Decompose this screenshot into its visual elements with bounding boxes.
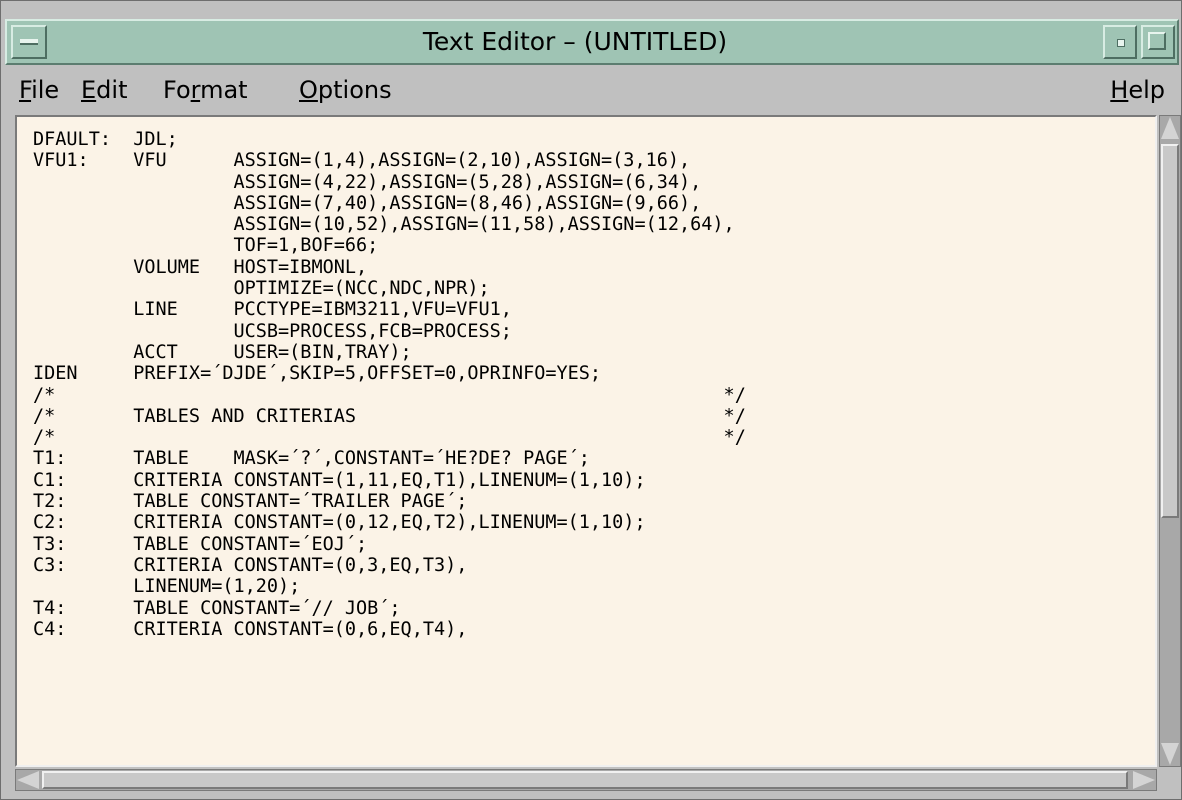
- window-menu-icon: [20, 39, 38, 45]
- horizontal-scroll-thumb[interactable]: [42, 771, 1128, 789]
- editor-line: DFAULT: JDL;: [33, 129, 178, 150]
- editor-line: LINENUM=(1,20);: [33, 576, 301, 598]
- scroll-down-arrow-icon[interactable]: [1161, 743, 1179, 765]
- scroll-right-arrow-icon[interactable]: [1133, 771, 1155, 789]
- minimize-button[interactable]: [1103, 25, 1137, 59]
- title-bar[interactable]: Text Editor – (UNTITLED): [5, 19, 1179, 65]
- menu-format-mnemonic: r: [190, 76, 201, 104]
- editor-line: C2: CRITERIA CONSTANT=(0,12,EQ,T2),LINEN…: [33, 512, 646, 534]
- horizontal-scrollbar[interactable]: [15, 769, 1157, 791]
- editor-line: C1: CRITERIA CONSTANT=(1,11,EQ,T1),LINEN…: [33, 469, 646, 491]
- menu-options[interactable]: Options: [299, 75, 392, 105]
- menu-edit[interactable]: Edit: [81, 75, 127, 105]
- menu-help[interactable]: Help: [1110, 75, 1165, 105]
- scroll-up-arrow-icon[interactable]: [1161, 117, 1179, 139]
- menu-file-label: ile: [31, 76, 60, 104]
- editor-line: /* TABLES AND CRITERIAS */: [33, 405, 746, 427]
- text-editor-window: Text Editor – (UNTITLED) File Edit Forma…: [0, 0, 1182, 800]
- menu-options-label: ptions: [317, 76, 392, 104]
- document-text[interactable]: DFAULT: JDL; VFU1: VFU ASSIGN=(1,4),ASSIG…: [17, 117, 1155, 640]
- menu-help-label: elp: [1128, 76, 1165, 104]
- editor-line: T4: TABLE CONSTANT=´// JOB´;: [33, 597, 401, 619]
- window-menu-button[interactable]: [11, 25, 47, 59]
- editor-line: T2: TABLE CONSTANT=´TRAILER PAGE´;: [33, 491, 468, 513]
- editor-line: LINE PCCTYPE=IBM3211,VFU=VFU1,: [33, 299, 512, 321]
- window-title: Text Editor – (UNTITLED): [422, 27, 728, 56]
- editor-line: T1: TABLE MASK=´?´,CONSTANT=´HE?DE? PAGE…: [33, 448, 590, 470]
- menu-edit-label: dit: [96, 76, 128, 104]
- editor-line: ASSIGN=(10,52),ASSIGN=(11,58),ASSIGN=(12…: [33, 214, 735, 236]
- editor-line: UCSB=PROCESS,FCB=PROCESS;: [33, 320, 512, 342]
- menu-options-mnemonic: O: [299, 76, 318, 104]
- menu-file-mnemonic: F: [19, 76, 32, 104]
- text-editing-area[interactable]: DFAULT: JDL; VFU1: VFU ASSIGN=(1,4),ASSIG…: [15, 115, 1157, 767]
- menu-format-label-end: mat: [200, 76, 248, 104]
- editor-line: ASSIGN=(7,40),ASSIGN=(8,46),ASSIGN=(9,66…: [33, 192, 702, 214]
- editor-line: /* */: [33, 384, 746, 406]
- editor-line: TOF=1,BOF=66;: [33, 235, 379, 257]
- editor-line: C3: CRITERIA CONSTANT=(0,3,EQ,T3),: [33, 554, 468, 576]
- maximize-icon: [1148, 32, 1166, 50]
- menu-format-label-start: Fo: [163, 76, 191, 104]
- editor-line: ASSIGN=(4,22),ASSIGN=(5,28),ASSIGN=(6,34…: [33, 171, 702, 193]
- editor-line: C4: CRITERIA CONSTANT=(0,6,EQ,T4),: [33, 618, 468, 640]
- menu-format[interactable]: Format: [163, 75, 248, 105]
- minimize-icon: [1117, 39, 1125, 47]
- editor-line: IDEN PREFIX=´DJDE´,SKIP=5,OFFSET=0,OPRIN…: [33, 363, 602, 385]
- editor-line: T3: TABLE CONSTANT=´EOJ´;: [33, 533, 368, 555]
- editor-line: ACCT USER=(BIN,TRAY);: [33, 341, 412, 363]
- menu-bar: File Edit Format Options Help: [5, 67, 1179, 115]
- editor-line: VFU1: VFU ASSIGN=(1,4),ASSIGN=(2,10),ASS…: [33, 150, 691, 172]
- menu-file[interactable]: File: [19, 75, 59, 105]
- vertical-scroll-thumb[interactable]: [1161, 144, 1179, 518]
- maximize-button[interactable]: [1141, 25, 1175, 59]
- scroll-left-arrow-icon[interactable]: [17, 771, 39, 789]
- editor-line: VOLUME HOST=IBMONL,: [33, 256, 368, 278]
- editor-line: /* */: [33, 427, 746, 449]
- vertical-scrollbar[interactable]: [1159, 115, 1181, 767]
- menu-edit-mnemonic: E: [81, 76, 97, 104]
- menu-help-mnemonic: H: [1110, 76, 1129, 104]
- editor-line: OPTIMIZE=(NCC,NDC,NPR);: [33, 278, 490, 300]
